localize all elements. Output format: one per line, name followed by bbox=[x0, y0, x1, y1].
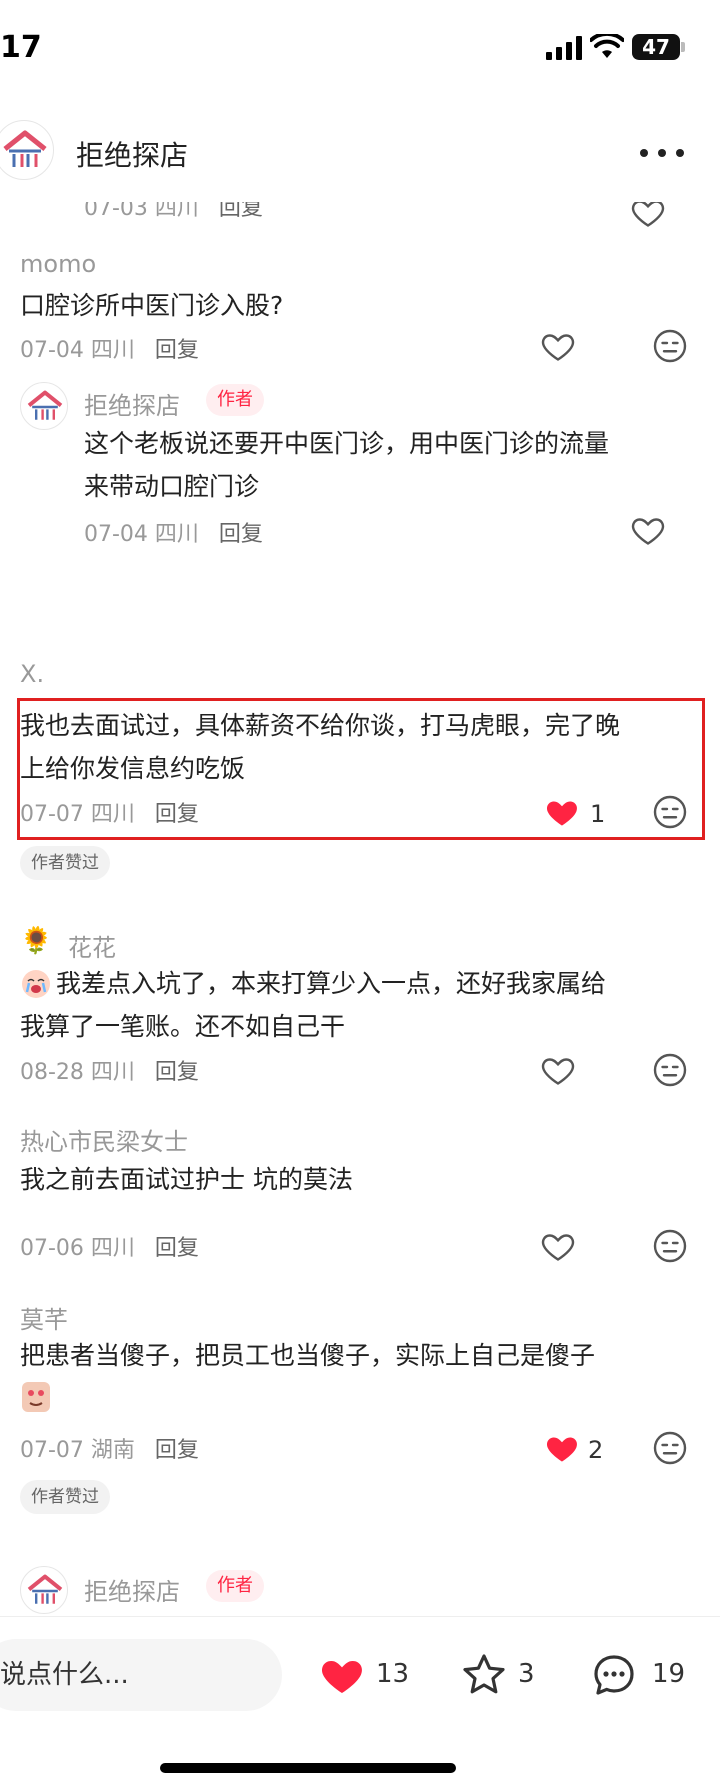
like-count: 2 bbox=[588, 1436, 604, 1464]
battery-cap bbox=[681, 42, 685, 52]
comment-feed[interactable]: 07-03 四川 回复 momo 口腔诊所中医门诊入股? 07-04 四川 回复 拒… bbox=[0, 202, 720, 1616]
reply-button[interactable]: 回复 bbox=[155, 338, 199, 363]
author-avatar[interactable] bbox=[20, 1566, 68, 1614]
comment-username[interactable]: 热心市民梁女士 bbox=[20, 1122, 188, 1157]
comment-count: 19 bbox=[652, 1659, 686, 1689]
comment-meta: 07-07 湖南 回复 bbox=[20, 1438, 199, 1463]
reply-button[interactable]: 回复 bbox=[155, 1438, 199, 1463]
like-count: 1 bbox=[590, 800, 606, 828]
comment-username[interactable]: momo bbox=[20, 250, 96, 278]
comment-text: 我算了一笔账。还不如自己干 bbox=[20, 1012, 346, 1041]
header: 拒绝探店 bbox=[0, 112, 720, 202]
author-avatar[interactable] bbox=[0, 120, 54, 180]
bottom-action-bar: 说点什么... 13 3 19 bbox=[0, 1616, 720, 1792]
reply-button[interactable]: 回复 bbox=[155, 1060, 199, 1085]
reply-button[interactable]: 回复 bbox=[219, 522, 263, 547]
star-icon[interactable] bbox=[460, 1651, 508, 1699]
comment-text: 把患者当傻子，把员工也当傻子，实际上自己是傻子 bbox=[20, 1341, 596, 1370]
comment-text: 我之前去面试过护士 坑的莫法 bbox=[20, 1165, 353, 1194]
comment-text: 我差点入坑了，本来打算少入一点，还好我家属给 bbox=[56, 969, 607, 998]
star-count: 3 bbox=[518, 1659, 535, 1689]
author-avatar[interactable] bbox=[20, 382, 68, 430]
comment-text: 这个老板说还要开中医门诊，用中医门诊的流量 bbox=[84, 429, 610, 458]
heart-icon[interactable] bbox=[540, 1228, 576, 1264]
comment-meta: 07-04 四川 回复 bbox=[84, 522, 263, 547]
comment-username[interactable]: 拒绝探店 bbox=[84, 386, 180, 421]
comment-input[interactable]: 说点什么... bbox=[0, 1639, 282, 1711]
comment-username[interactable]: 花花 bbox=[68, 928, 116, 963]
house-logo-icon bbox=[3, 130, 47, 167]
heart-icon[interactable] bbox=[630, 512, 666, 548]
heart-filled-icon[interactable] bbox=[544, 794, 580, 830]
author-liked-tag: 作者赞过 bbox=[20, 846, 110, 880]
comment-text: 来带动口腔门诊 bbox=[84, 472, 260, 501]
comment-meta: 07-03 四川 回复 bbox=[84, 202, 263, 222]
heart-icon[interactable] bbox=[540, 328, 576, 364]
comment-meta: 08-28 四川 回复 bbox=[20, 1060, 199, 1085]
sunflower-emoji: 🌻 bbox=[20, 926, 53, 956]
like-icon[interactable] bbox=[318, 1651, 366, 1699]
comment-meta: 07-06 四川 回复 bbox=[20, 1236, 199, 1261]
house-logo-icon bbox=[27, 1574, 63, 1604]
more-icon[interactable] bbox=[640, 148, 684, 158]
comment-text: 我也去面试过，具体薪资不给你谈，打马虎眼，完了晚 bbox=[20, 711, 621, 740]
home-indicator bbox=[160, 1763, 456, 1773]
house-logo-icon bbox=[27, 390, 63, 420]
comment-icon[interactable] bbox=[590, 1651, 638, 1699]
heart-filled-icon[interactable] bbox=[544, 1430, 580, 1466]
reply-button[interactable]: 回复 bbox=[155, 1236, 199, 1261]
signal-icon bbox=[546, 36, 582, 60]
dislike-face-icon[interactable] bbox=[652, 1430, 688, 1466]
comment-text: 上给你发信息约吃饭 bbox=[20, 754, 246, 783]
dislike-face-icon[interactable] bbox=[652, 328, 688, 364]
crying-emoji-icon bbox=[22, 970, 50, 998]
heart-icon[interactable] bbox=[540, 1052, 576, 1088]
wifi-icon bbox=[590, 34, 624, 58]
comment-username[interactable]: X. bbox=[20, 660, 44, 688]
status-time: 17 bbox=[0, 30, 42, 65]
battery-icon: 47 bbox=[632, 34, 680, 60]
heart-icon[interactable] bbox=[630, 202, 666, 230]
comment-username[interactable]: 莫芊 bbox=[20, 1300, 68, 1335]
author-badge: 作者 bbox=[206, 384, 264, 416]
dislike-face-icon[interactable] bbox=[652, 794, 688, 830]
sticker-emoji-icon bbox=[22, 1382, 50, 1412]
status-bar: 17 47 bbox=[0, 0, 720, 100]
comment-text: 口腔诊所中医门诊入股? bbox=[20, 291, 284, 320]
dislike-face-icon[interactable] bbox=[652, 1228, 688, 1264]
author-badge: 作者 bbox=[206, 1570, 264, 1602]
comment-username[interactable]: 拒绝探店 bbox=[84, 1572, 180, 1607]
author-liked-tag: 作者赞过 bbox=[20, 1480, 110, 1514]
comment-meta: 07-04 四川 回复 bbox=[20, 338, 199, 363]
like-count: 13 bbox=[376, 1659, 410, 1689]
comment-meta: 07-07 四川 回复 bbox=[20, 802, 199, 827]
reply-button[interactable]: 回复 bbox=[219, 202, 263, 221]
header-title[interactable]: 拒绝探店 bbox=[76, 134, 188, 174]
reply-button[interactable]: 回复 bbox=[155, 802, 199, 827]
dislike-face-icon[interactable] bbox=[652, 1052, 688, 1088]
